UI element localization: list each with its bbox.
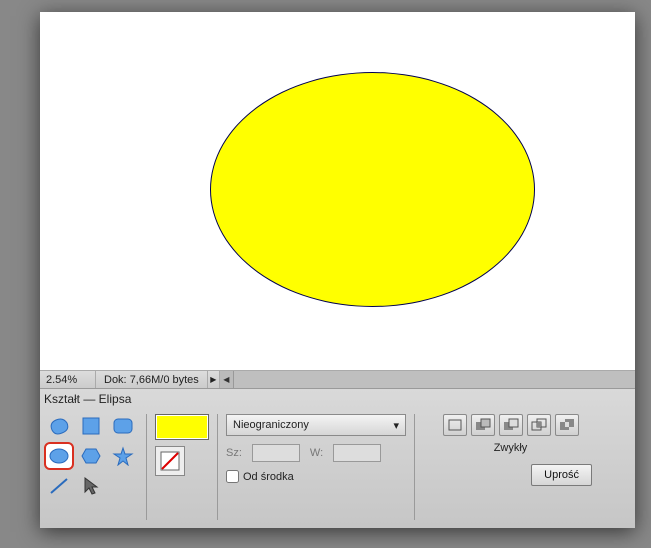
shape-blob-icon[interactable] [44, 412, 74, 440]
height-input[interactable] [333, 444, 381, 462]
width-label: Sz: [226, 447, 242, 459]
fill-color-inner [156, 415, 208, 439]
app-window: 2.54% Dok: 7,66M/0 bytes ▶ ◀ Kształt — E… [40, 12, 635, 528]
from-center-row[interactable]: Od środka [226, 470, 406, 483]
geom-add-icon[interactable] [471, 414, 495, 436]
mode-label: Zwykły [494, 442, 528, 454]
status-bar: 2.54% Dok: 7,66M/0 bytes ▶ ◀ [40, 370, 635, 388]
no-stroke-icon[interactable] [155, 446, 185, 476]
height-label: W: [310, 447, 323, 459]
hscroll-track[interactable] [234, 371, 635, 388]
geom-new-icon[interactable] [443, 414, 467, 436]
divider [146, 414, 147, 520]
divider [217, 414, 218, 520]
zoom-level[interactable]: 2.54% [40, 371, 96, 388]
chevron-down-icon: ▾ [393, 419, 399, 432]
panel-title: Kształt — Elipsa [40, 389, 635, 410]
scroll-left-icon[interactable]: ◀ [220, 371, 234, 388]
dimension-row: Sz: W: [226, 444, 406, 462]
canvas[interactable] [40, 12, 635, 370]
geometry-controls: Zwykły Uprość [423, 412, 598, 522]
constraint-controls: Nieograniczony ▾ Sz: W: Od środka [226, 412, 406, 522]
selection-pointer-icon[interactable] [76, 472, 106, 500]
fill-controls [155, 412, 209, 522]
fill-color-swatch[interactable] [155, 414, 209, 440]
doc-menu-arrow-icon[interactable]: ▶ [208, 371, 220, 388]
tool-options-panel: Kształt — Elipsa [40, 388, 635, 528]
geom-exclude-icon[interactable] [555, 414, 579, 436]
geom-intersect-icon[interactable] [527, 414, 551, 436]
shape-picker [44, 412, 138, 522]
simplify-button[interactable]: Uprość [531, 464, 592, 486]
shape-star-icon[interactable] [108, 442, 138, 470]
shape-square-icon[interactable] [76, 412, 106, 440]
divider [414, 414, 415, 520]
doc-value: 7,66M/0 bytes [130, 374, 199, 386]
constraint-dropdown[interactable]: Nieograniczony ▾ [226, 414, 406, 436]
shape-rounded-rect-icon[interactable] [108, 412, 138, 440]
geom-subtract-icon[interactable] [499, 414, 523, 436]
shape-hexagon-icon[interactable] [76, 442, 106, 470]
from-center-label: Od środka [243, 471, 294, 483]
doc-label: Dok: [104, 374, 127, 386]
dropdown-label: Nieograniczony [233, 419, 309, 431]
from-center-checkbox[interactable] [226, 470, 239, 483]
width-input[interactable] [252, 444, 300, 462]
doc-info: Dok: 7,66M/0 bytes [96, 371, 208, 388]
shape-line-icon[interactable] [44, 472, 74, 500]
geometry-row [443, 414, 579, 436]
drawn-ellipse[interactable] [210, 72, 535, 307]
shape-ellipse-icon[interactable] [44, 442, 74, 470]
